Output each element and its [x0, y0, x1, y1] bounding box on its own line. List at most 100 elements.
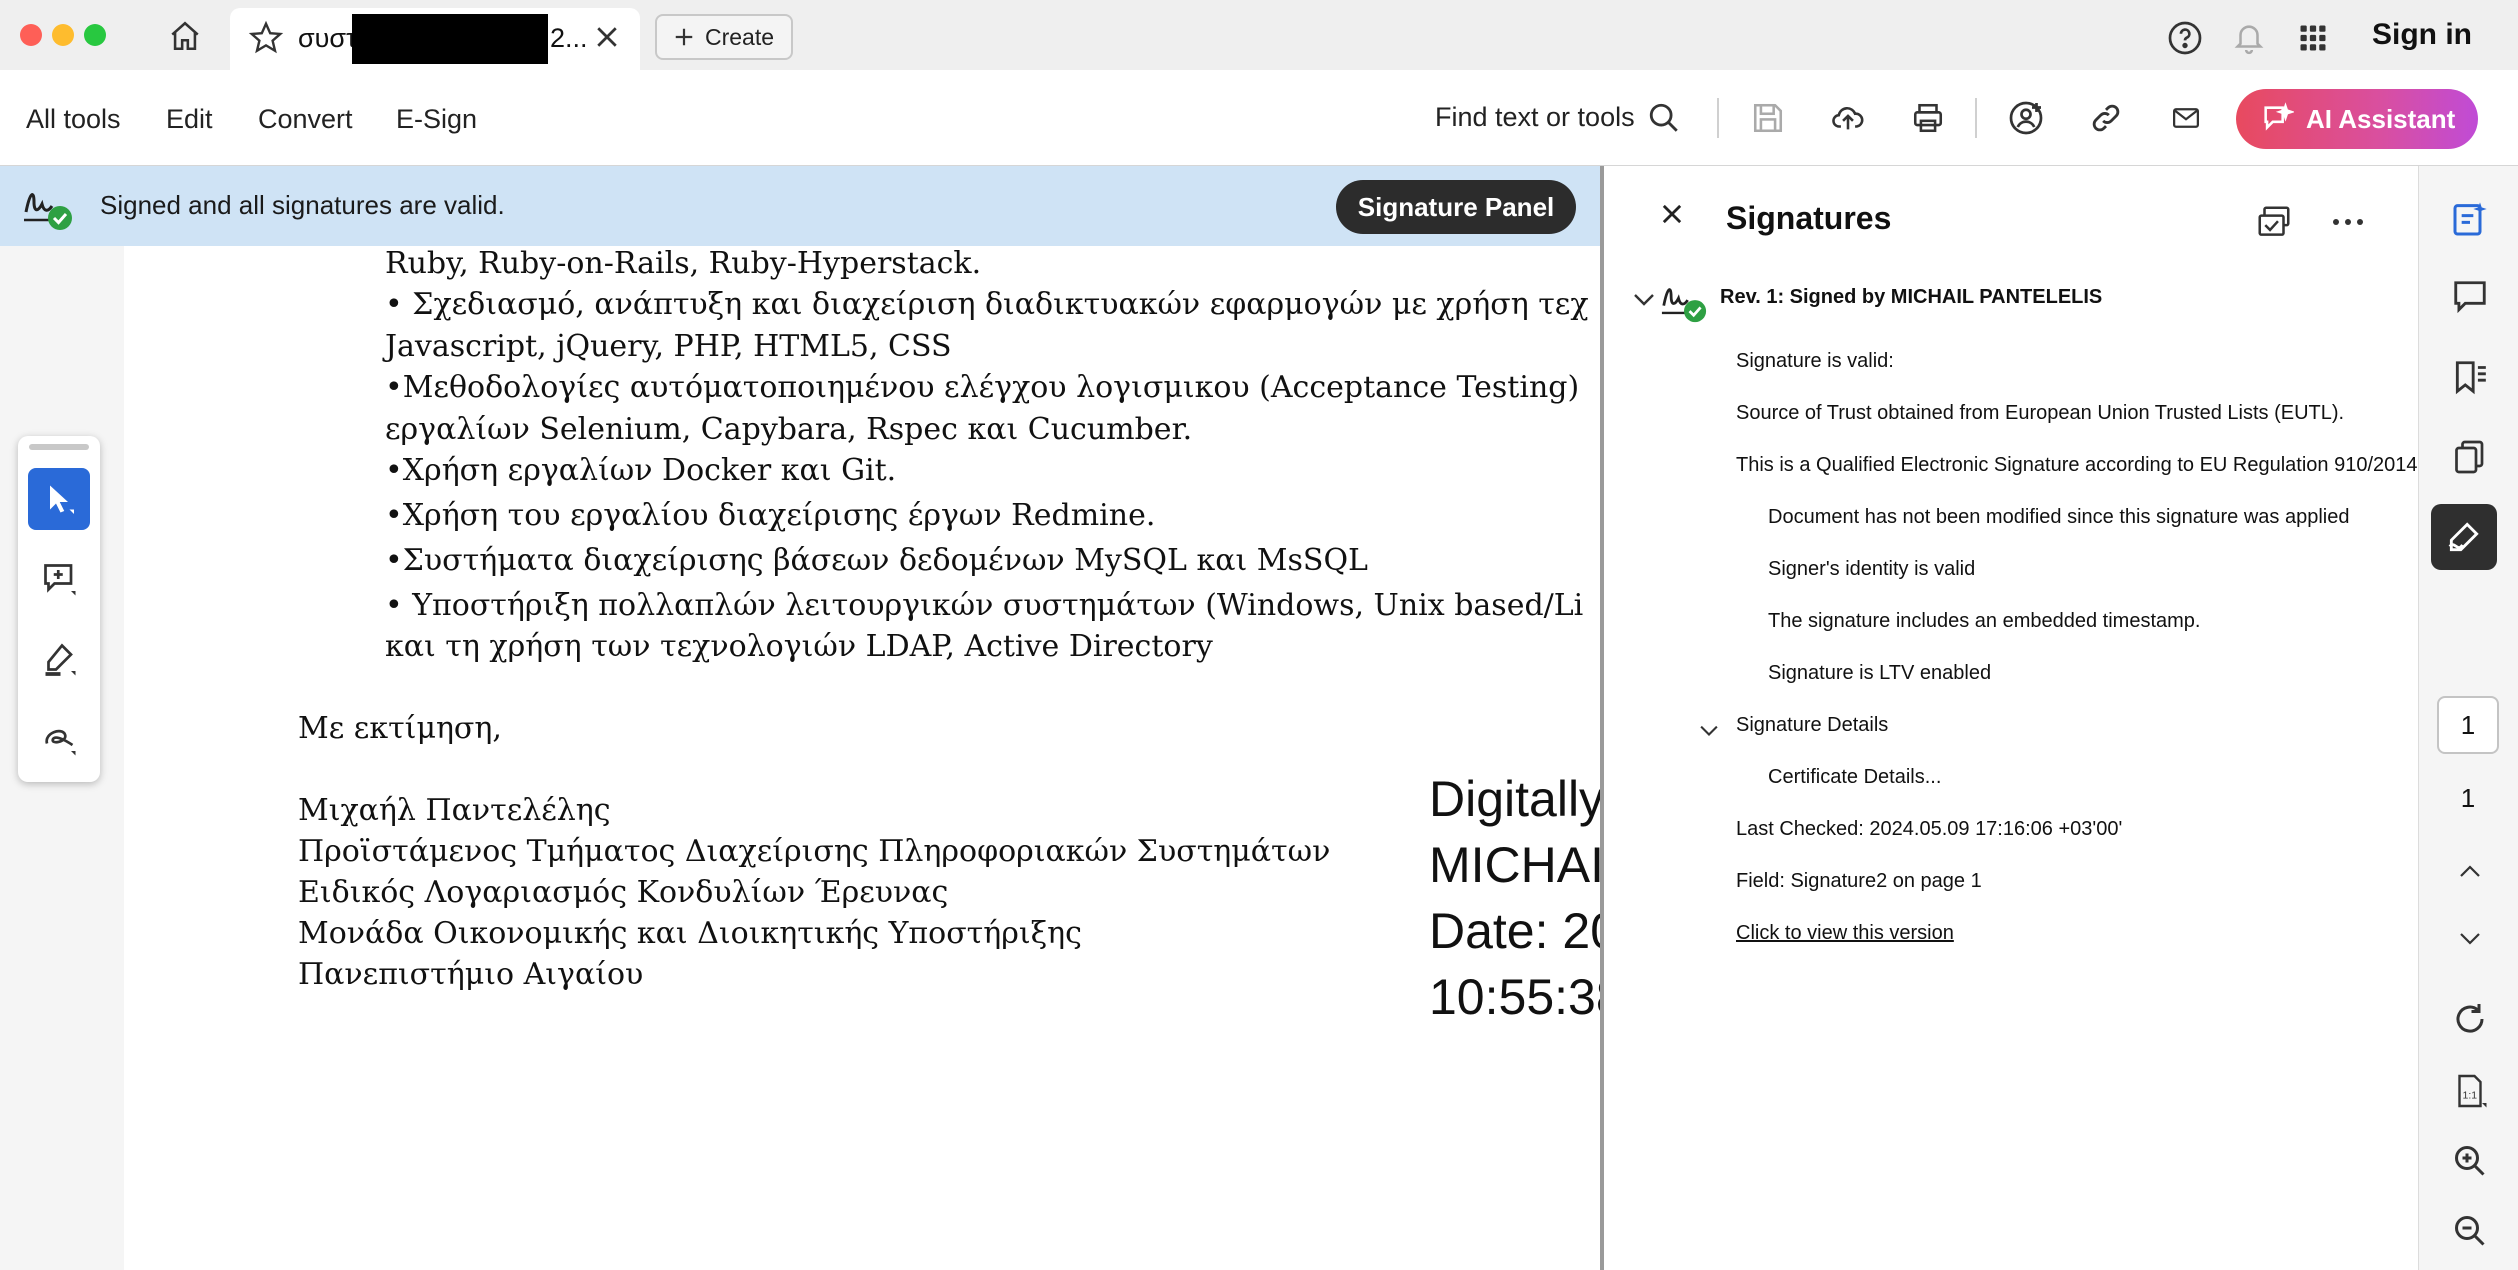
- palette-drag-handle[interactable]: [29, 444, 89, 450]
- document-tab[interactable]: συστ 2...: [230, 8, 640, 70]
- upload-button[interactable]: [1826, 96, 1870, 140]
- zoom-out-icon: [2455, 1216, 2485, 1246]
- panel-options-button[interactable]: [2328, 202, 2368, 242]
- create-button[interactable]: Create: [655, 14, 793, 60]
- doc-line: Javascript, jQuery, PHP, HTML5, CSS: [385, 329, 952, 364]
- pages-icon: [2455, 440, 2484, 474]
- apps-button[interactable]: [2293, 18, 2333, 58]
- doc-line: • Υποστήριξη πολλαπλών λειτουργικών συστ…: [385, 588, 1584, 623]
- highlight-tool-button[interactable]: [28, 628, 90, 690]
- qualified-signature-text: This is a Qualified Electronic Signature…: [1736, 454, 2418, 476]
- signature-valid-text: Signature is valid:: [1736, 350, 1894, 372]
- zoom-out-button[interactable]: [2445, 1206, 2495, 1256]
- doc-line: •Μεθοδολογίες αυτόματοποιημένου ελέγχου …: [385, 370, 1580, 405]
- fill-sign-button[interactable]: [2431, 504, 2497, 570]
- actual-size-icon: 1:1: [2458, 1074, 2487, 1108]
- signature-valid-icon: [24, 193, 72, 230]
- toolbar-divider: [1717, 98, 1719, 138]
- doc-line: • Σχεδιασμό, ανάπτυξη και διαχείριση δια…: [385, 287, 1589, 322]
- validate-signatures-icon: [2258, 206, 2290, 236]
- zoom-in-icon: [2455, 1146, 2485, 1176]
- email-button[interactable]: [2164, 96, 2208, 140]
- closing-text: Με εκτίμηση,: [298, 711, 502, 746]
- copy-link-button[interactable]: [2084, 96, 2128, 140]
- search-button[interactable]: [1642, 96, 1686, 140]
- signature-status-bar: Signed and all signatures are valid. Sig…: [0, 166, 1600, 246]
- close-tab-icon[interactable]: [592, 22, 622, 52]
- pages-button[interactable]: [2445, 432, 2495, 482]
- signature-stamp-line: Digitally: [1429, 771, 1600, 827]
- current-page-input[interactable]: 1: [2437, 696, 2499, 754]
- envelope-icon: [2173, 108, 2199, 128]
- source-of-trust-text: Source of Trust obtained from European U…: [1736, 402, 2345, 424]
- save-button[interactable]: [1746, 96, 1790, 140]
- print-button[interactable]: [1906, 96, 1950, 140]
- certificate-details-link[interactable]: Certificate Details...: [1768, 766, 1941, 789]
- help-button[interactable]: [2165, 18, 2205, 58]
- comments-button[interactable]: [2445, 272, 2495, 322]
- chevron-up-icon: [2460, 865, 2480, 877]
- highlighter-icon: [45, 643, 76, 676]
- share-user-button[interactable]: [2004, 96, 2048, 140]
- doc-line: Ruby, Ruby-on-Rails, Ruby-Hyperstack.: [385, 246, 982, 281]
- doc-line: •Χρήση του εργαλίου διαχείρισης έργων Re…: [385, 498, 1156, 533]
- next-page-button[interactable]: [2445, 914, 2495, 964]
- signer-account: Ειδικός Λογαριασμός Κονδυλίων Έρευνας: [298, 875, 949, 910]
- window-close-button[interactable]: [20, 24, 42, 46]
- actual-size-button[interactable]: 1:1: [2445, 1066, 2495, 1116]
- view-version-link[interactable]: Click to view this version: [1736, 922, 1954, 945]
- create-label: Create: [705, 23, 775, 50]
- menu-all-tools[interactable]: All tools: [26, 104, 121, 135]
- menu-e-sign[interactable]: E-Sign: [396, 104, 477, 135]
- comment-icon: [2454, 281, 2486, 314]
- document-area: Ruby, Ruby-on-Rails, Ruby-Hyperstack. • …: [0, 166, 1600, 1270]
- signature-panel-button[interactable]: Signature Panel: [1336, 180, 1576, 234]
- rotate-button[interactable]: [2445, 994, 2495, 1044]
- window-minimize-button[interactable]: [52, 24, 74, 46]
- menu-convert[interactable]: Convert: [258, 104, 353, 135]
- add-comment-tool-button[interactable]: [28, 548, 90, 610]
- printer-icon: [1913, 103, 1943, 133]
- ai-assistant-label: AI Assistant: [2306, 103, 2456, 134]
- ltv-enabled-text: Signature is LTV enabled: [1768, 662, 1992, 684]
- previous-page-button[interactable]: [2445, 846, 2495, 896]
- menu-edit[interactable]: Edit: [166, 104, 213, 135]
- draw-tool-button[interactable]: [28, 708, 90, 770]
- edit-document-icon: [2453, 202, 2487, 236]
- ai-assistant-button[interactable]: AI Assistant: [2236, 89, 2478, 149]
- signature-valid-icon: [1661, 288, 1707, 323]
- signature-revision[interactable]: Rev. 1: Signed by MICHAIL PANTELELIS: [1720, 286, 2102, 309]
- close-panel-icon[interactable]: [1658, 200, 1686, 228]
- bookmarks-button[interactable]: [2445, 352, 2495, 402]
- sign-in-button[interactable]: Sign in: [2372, 18, 2472, 52]
- select-tool-button[interactable]: [28, 468, 90, 530]
- toolbar-divider: [1975, 98, 1977, 138]
- doc-line: εργαλίων Selenium, Capybara, Rspec και C…: [385, 412, 1193, 447]
- doc-line: και τη χρήση των τεχνολογιών LDAP, Activ…: [385, 629, 1213, 664]
- chevron-down-icon[interactable]: [1632, 292, 1656, 308]
- signer-unit: Μονάδα Οικονομικής και Διοικητικής Υποστ…: [298, 916, 1082, 951]
- signer-name: Μιχαήλ Παντελέλης: [298, 793, 611, 828]
- bookmark-icon: [2455, 361, 2486, 395]
- tab-title: συστ: [298, 23, 357, 53]
- find-text-or-tools[interactable]: Find text or tools: [1435, 102, 1635, 133]
- properties-button[interactable]: [2445, 194, 2495, 244]
- more-options-icon: [2333, 219, 2363, 225]
- star-icon[interactable]: [248, 20, 284, 56]
- signature-details-toggle[interactable]: Signature Details: [1736, 714, 1888, 737]
- validate-all-button[interactable]: [2254, 202, 2294, 242]
- home-button[interactable]: [160, 16, 210, 56]
- zoom-in-button[interactable]: [2445, 1136, 2495, 1186]
- comment-add-icon: [44, 564, 76, 596]
- notifications-button[interactable]: [2229, 18, 2269, 58]
- window-zoom-button[interactable]: [84, 24, 106, 46]
- signature-stamp-line: Date: 20: [1429, 903, 1600, 959]
- last-checked-text: Last Checked: 2024.05.09 17:16:06 +03'00…: [1736, 818, 2123, 840]
- title-bar: συστ 2... Create Sign in: [0, 0, 2518, 70]
- chevron-down-icon[interactable]: [1698, 724, 1720, 738]
- help-icon: [2168, 21, 2202, 55]
- freehand-draw-icon: [45, 729, 76, 756]
- svg-text:1:1: 1:1: [2463, 1090, 2478, 1102]
- timestamp-text: The signature includes an embedded times…: [1768, 610, 2201, 632]
- signer-university: Πανεπιστήμιο Αιγαίου: [298, 957, 644, 992]
